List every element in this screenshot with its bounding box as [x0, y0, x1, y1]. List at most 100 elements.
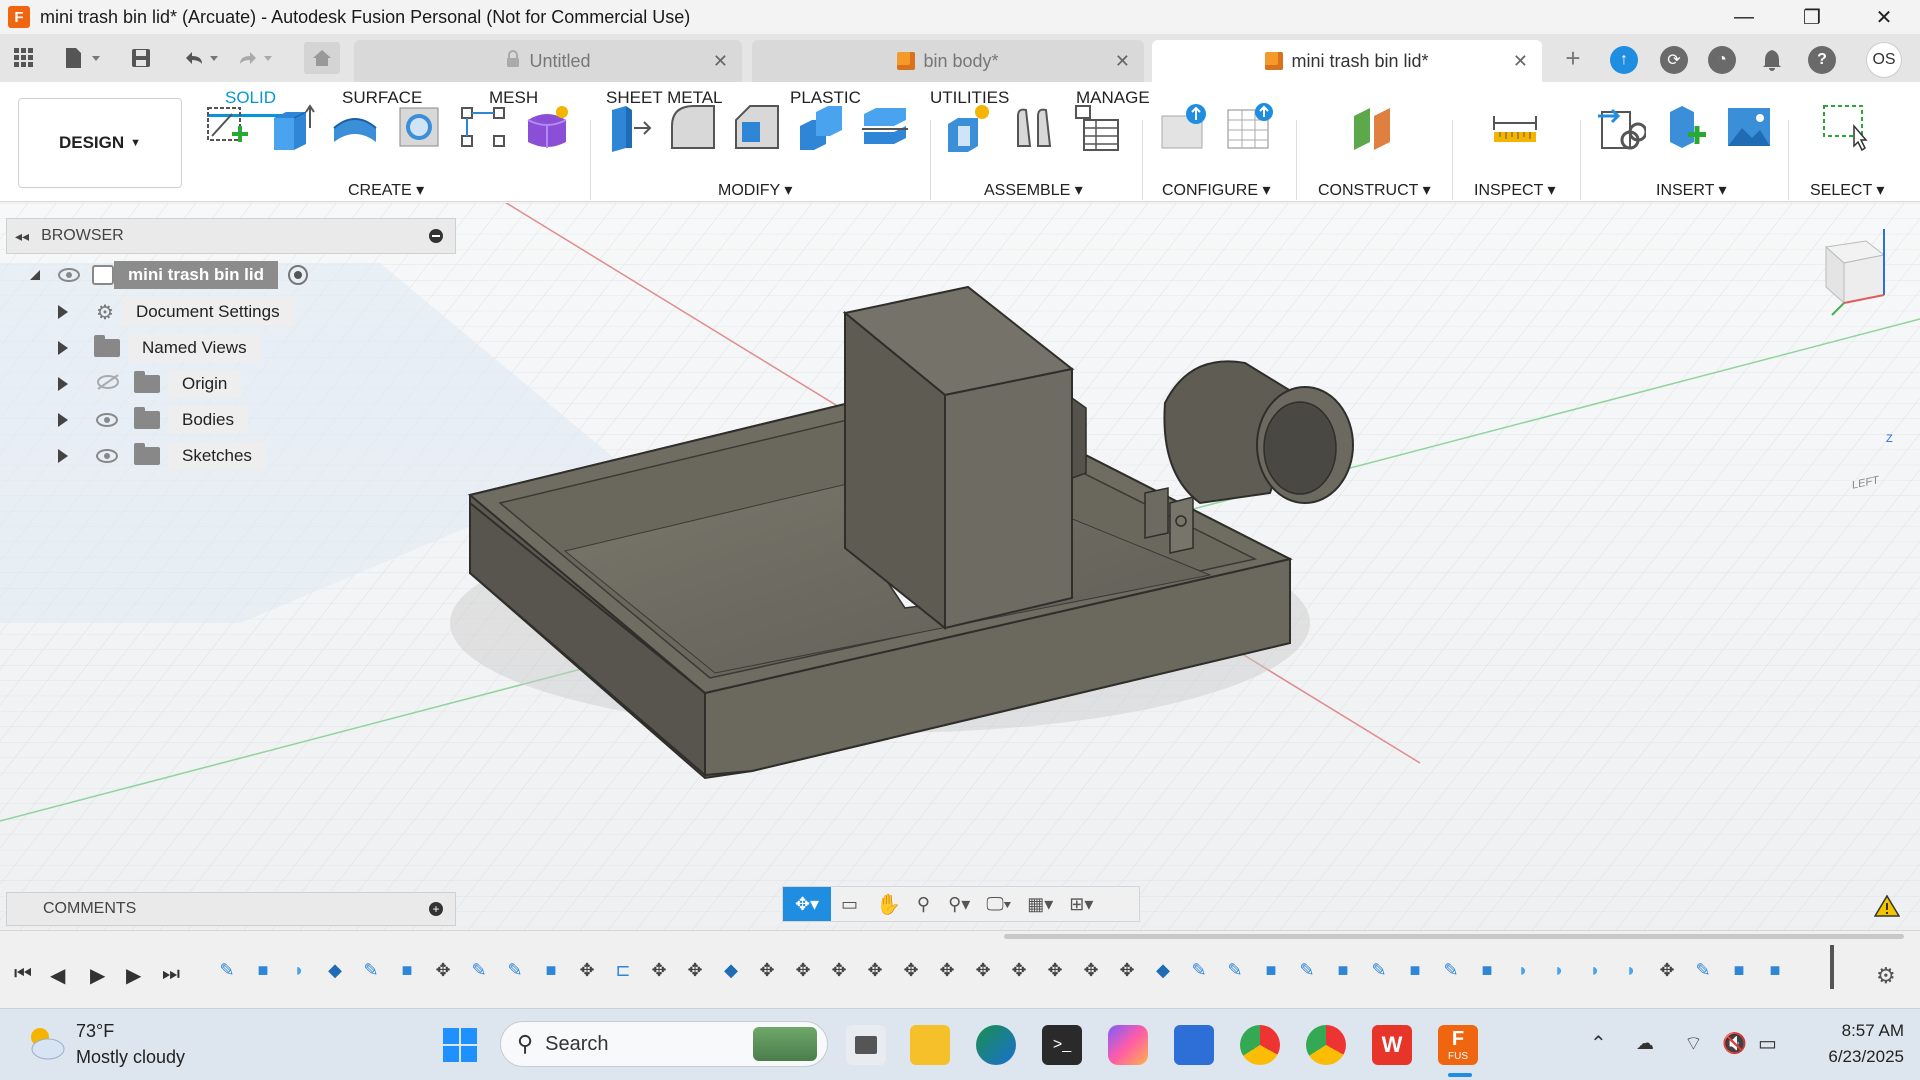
tree-item-named-views[interactable]: Named Views: [58, 333, 261, 363]
timeline-feature-icon[interactable]: ✎: [1368, 959, 1390, 981]
group-create[interactable]: CREATE ▾: [348, 180, 424, 200]
measure-icon[interactable]: [1490, 102, 1540, 152]
timeline-feature-icon[interactable]: ✥: [828, 959, 850, 981]
save-icon[interactable]: [128, 42, 154, 74]
eye-icon[interactable]: [96, 413, 118, 427]
go-to-start-icon[interactable]: ⏮: [14, 963, 32, 986]
wifi-icon[interactable]: ⌔: [1684, 1031, 1703, 1056]
tab-untitled[interactable]: Untitled ✕: [354, 40, 742, 82]
revolve-icon[interactable]: [330, 102, 380, 152]
group-select[interactable]: SELECT ▾: [1810, 180, 1884, 200]
group-insert[interactable]: INSERT ▾: [1656, 180, 1727, 200]
chrome-profile-icon[interactable]: [1240, 1025, 1280, 1065]
timeline-feature-icon[interactable]: ✥: [1656, 959, 1678, 981]
timeline-feature-icon[interactable]: ■: [396, 959, 418, 981]
timeline-feature-icon[interactable]: ◗: [1512, 959, 1534, 981]
timeline-feature-icon[interactable]: ■: [1728, 959, 1750, 981]
warning-triangle-icon[interactable]: [1874, 894, 1900, 918]
timeline-feature-icon[interactable]: ◗: [1620, 959, 1642, 981]
configuration-table-icon[interactable]: [1224, 102, 1274, 152]
tab-close-icon[interactable]: ✕: [1115, 51, 1130, 72]
data-panel-grid-icon[interactable]: [10, 42, 38, 74]
pattern-icon[interactable]: [458, 102, 508, 152]
timeline-feature-icon[interactable]: ✥: [648, 959, 670, 981]
new-component-icon[interactable]: [944, 102, 994, 152]
press-pull-icon[interactable]: [604, 102, 654, 152]
chrome-icon[interactable]: [1306, 1025, 1346, 1065]
tab-close-icon[interactable]: ✕: [713, 51, 728, 72]
timeline-feature-icon[interactable]: ◗: [1548, 959, 1570, 981]
look-at-icon[interactable]: ▭: [841, 894, 858, 915]
browser-panel-header[interactable]: ◂◂ BROWSER: [6, 218, 456, 254]
weather-cloud-icon[interactable]: [24, 1023, 68, 1068]
timeline-feature-icon[interactable]: ◆: [324, 959, 346, 981]
timeline-feature-icon[interactable]: ■: [1476, 959, 1498, 981]
configure-design-icon[interactable]: [1158, 102, 1208, 152]
timeline-feature-icon[interactable]: ✎: [1224, 959, 1246, 981]
user-avatar[interactable]: OS: [1866, 42, 1902, 78]
clock-time[interactable]: 8:57 AM: [1804, 1021, 1904, 1041]
timeline-feature-icon[interactable]: ✥: [756, 959, 778, 981]
timeline-feature-icon[interactable]: ✎: [1296, 959, 1318, 981]
fit-zoom-icon[interactable]: ⚲▾: [948, 894, 970, 915]
expand-arrow-icon[interactable]: [58, 341, 68, 355]
group-assemble[interactable]: ASSEMBLE ▾: [984, 180, 1083, 200]
onedrive-cloud-icon[interactable]: ☁: [1636, 1033, 1654, 1054]
tab-bin-body[interactable]: bin body* ✕: [752, 40, 1144, 82]
timeline-feature-icon[interactable]: ✎: [1440, 959, 1462, 981]
timeline-feature-icon[interactable]: ✥: [792, 959, 814, 981]
timeline-feature-icon[interactable]: ✥: [972, 959, 994, 981]
insert-canvas-icon[interactable]: [1724, 102, 1774, 152]
joint-icon[interactable]: [1008, 102, 1058, 152]
tree-item-document-settings[interactable]: ⚙ Document Settings: [58, 297, 294, 327]
timeline-feature-icon[interactable]: ■: [1404, 959, 1426, 981]
undo-icon[interactable]: [178, 42, 222, 74]
zoom-icon[interactable]: ⚲: [917, 894, 930, 915]
timeline-feature-icon[interactable]: ✥: [936, 959, 958, 981]
step-back-icon[interactable]: ◀︎: [50, 963, 65, 988]
group-inspect[interactable]: INSPECT ▾: [1474, 180, 1556, 200]
volume-muted-icon[interactable]: 🔇: [1722, 1031, 1747, 1056]
root-component-label[interactable]: mini trash bin lid: [114, 261, 279, 289]
group-configure[interactable]: CONFIGURE ▾: [1162, 180, 1270, 200]
collapse-panel-icon[interactable]: ◂◂: [15, 228, 29, 245]
go-to-end-icon[interactable]: ⏭: [162, 963, 180, 986]
tree-item-origin[interactable]: Origin: [58, 369, 242, 399]
tab-mini-trash-bin-lid[interactable]: mini trash bin lid* ✕: [1152, 40, 1542, 82]
timeline-feature-icon[interactable]: ✥: [1044, 959, 1066, 981]
tab-close-icon[interactable]: ✕: [1513, 51, 1528, 72]
timeline-feature-icon[interactable]: ■: [252, 959, 274, 981]
expand-arrow-icon[interactable]: [58, 305, 68, 319]
home-icon[interactable]: [304, 42, 340, 74]
eye-icon[interactable]: [96, 449, 118, 463]
timeline-feature-icon[interactable]: ✥: [864, 959, 886, 981]
file-explorer-icon[interactable]: [910, 1025, 950, 1065]
eye-icon[interactable]: [58, 268, 80, 282]
timeline-scrollbar[interactable]: [1004, 934, 1904, 939]
play-icon[interactable]: ▶: [90, 963, 105, 988]
chamfer-icon[interactable]: [732, 102, 782, 152]
workspace-switcher[interactable]: DESIGN ▼: [18, 98, 182, 188]
timeline-feature-icon[interactable]: ✥: [432, 959, 454, 981]
expand-arrow-icon[interactable]: [58, 413, 68, 427]
extensions-icon[interactable]: ⟳: [1660, 46, 1688, 74]
timeline-feature-icon[interactable]: ■: [1260, 959, 1282, 981]
timeline-feature-icon[interactable]: ✥: [576, 959, 598, 981]
timeline-feature-icon[interactable]: ■: [540, 959, 562, 981]
minimize-button[interactable]: —: [1716, 0, 1772, 34]
hole-icon[interactable]: [394, 102, 444, 152]
wps-office-icon[interactable]: W: [1372, 1025, 1412, 1065]
copilot-icon[interactable]: [1108, 1025, 1148, 1065]
task-view-icon[interactable]: [846, 1025, 886, 1065]
timeline-feature-icon[interactable]: ■: [1764, 959, 1786, 981]
file-menu-icon[interactable]: [60, 42, 104, 74]
pan-hand-icon[interactable]: ✋: [876, 892, 901, 917]
grid-settings-icon[interactable]: ▦▾: [1027, 894, 1053, 915]
help-icon[interactable]: ?: [1808, 46, 1836, 74]
timeline-feature-icon[interactable]: ⊏: [612, 959, 634, 981]
viewports-icon[interactable]: ⊞▾: [1069, 894, 1093, 915]
close-window-button[interactable]: ✕: [1856, 0, 1912, 34]
create-form-icon[interactable]: [522, 102, 572, 152]
edge-browser-icon[interactable]: [976, 1025, 1016, 1065]
timeline-feature-icon[interactable]: ◗: [288, 959, 310, 981]
